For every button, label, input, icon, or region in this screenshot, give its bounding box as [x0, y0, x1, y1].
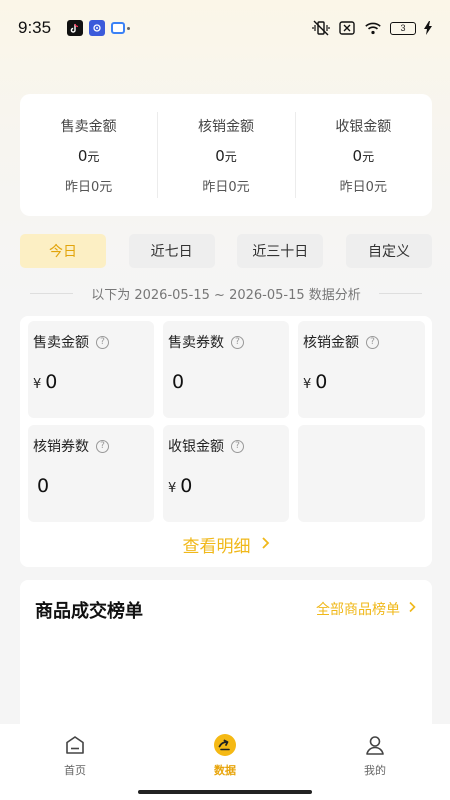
summary-label: 收银金额	[335, 118, 392, 135]
metric-value: 0	[37, 475, 50, 497]
nav-profile[interactable]: 我的	[337, 724, 413, 800]
status-bar: 9:35 3	[0, 0, 450, 56]
camera-icon	[111, 22, 131, 34]
no-sim-icon	[338, 20, 356, 36]
summary-cashier: 收银金额 0元 昨日0元	[294, 94, 432, 216]
chevron-right-icon	[408, 601, 416, 617]
metric-value: ¥0	[168, 475, 193, 497]
nav-data[interactable]: 数据	[187, 724, 263, 800]
metrics-panel: 售卖金额? ¥0 售卖券数? 0 核销金额? ¥0 核销券数? 0 收银金额? …	[20, 316, 432, 567]
help-icon[interactable]: ?	[231, 439, 244, 453]
summary-value: 0元	[77, 146, 100, 165]
summary-yesterday: 昨日0元	[202, 179, 250, 195]
status-time: 9:35	[18, 18, 52, 37]
metric-value: 0	[172, 371, 185, 393]
nav-label: 首页	[64, 764, 86, 777]
help-icon[interactable]: ?	[366, 335, 379, 349]
metric-label: 售卖金额	[33, 335, 89, 351]
tab-last-7-days[interactable]: 近七日	[128, 234, 215, 268]
chevron-right-icon	[261, 535, 270, 554]
metric-label: 核销金额	[303, 335, 359, 351]
divider	[30, 292, 74, 294]
divider	[378, 292, 422, 294]
status-right-icons: 3	[312, 20, 432, 36]
metric-grid: 售卖金额? ¥0 售卖券数? 0 核销金额? ¥0 核销券数? 0 收银金额? …	[28, 321, 425, 522]
view-details-label: 查看明细	[182, 537, 251, 557]
metric-label: 收银金额	[168, 439, 224, 455]
summary-label: 售卖金额	[60, 118, 117, 135]
profile-icon	[363, 733, 387, 757]
app-icon	[89, 20, 106, 36]
summary-sales: 售卖金额 0元 昨日0元	[20, 94, 157, 216]
summary-value: 0元	[352, 146, 375, 165]
view-details-link[interactable]: 查看明细	[20, 532, 432, 557]
metric-label: 售卖券数	[168, 335, 224, 351]
charging-icon	[424, 20, 432, 36]
summary-value: 0元	[215, 146, 237, 165]
screen: 9:35 3 售卖金额 0元 昨日0元 核销金额 0元 昨日0元 收银金额 0元…	[0, 0, 450, 800]
battery-icon: 3	[390, 21, 416, 35]
help-icon[interactable]: ?	[96, 439, 109, 453]
notification-icons	[67, 20, 131, 36]
nav-label: 数据	[214, 764, 236, 777]
nav-label: 我的	[364, 764, 386, 777]
all-products-ranking-link[interactable]: 全部商品榜单	[316, 599, 416, 619]
home-icon	[63, 733, 87, 757]
help-icon[interactable]: ?	[231, 335, 244, 349]
bottom-nav: 首页 数据 我的	[0, 724, 450, 800]
nav-home[interactable]: 首页	[37, 724, 113, 800]
metric-empty-cell	[298, 425, 425, 522]
vibrate-off-icon	[312, 20, 330, 36]
metric-redeem-count: 核销券数? 0	[28, 425, 154, 522]
home-indicator[interactable]	[138, 790, 312, 794]
date-range-tabs: 今日 近七日 近三十日 自定义	[20, 234, 432, 268]
metric-cashier-amount: 收银金额? ¥0	[163, 425, 289, 522]
tiktok-icon	[67, 20, 84, 36]
ranking-title: 商品成交榜单	[35, 601, 143, 622]
metric-sales-amount: 售卖金额? ¥0	[28, 321, 154, 418]
summary-yesterday: 昨日0元	[339, 179, 387, 195]
range-text: 以下为 2026-05-15 ~ 2026-05-15 数据分析	[91, 287, 361, 303]
metric-sales-count: 售卖券数? 0	[163, 321, 289, 418]
summary-label: 核销金额	[197, 118, 254, 135]
range-row: 以下为 2026-05-15 ~ 2026-05-15 数据分析	[30, 282, 422, 304]
tab-today[interactable]: 今日	[20, 234, 106, 268]
summary-card: 售卖金额 0元 昨日0元 核销金额 0元 昨日0元 收银金额 0元 昨日0元	[20, 94, 432, 216]
all-products-ranking-label: 全部商品榜单	[316, 602, 400, 618]
summary-redeem: 核销金额 0元 昨日0元	[157, 94, 294, 216]
data-icon	[213, 733, 237, 757]
metric-value: ¥0	[303, 371, 328, 393]
metric-redeem-amount: 核销金额? ¥0	[298, 321, 425, 418]
help-icon[interactable]: ?	[96, 335, 109, 349]
tab-custom[interactable]: 自定义	[345, 234, 432, 268]
metric-label: 核销券数	[33, 439, 89, 455]
tab-last-30-days[interactable]: 近三十日	[237, 234, 324, 268]
wifi-icon	[364, 20, 382, 36]
summary-yesterday: 昨日0元	[65, 179, 113, 195]
metric-value: ¥0	[33, 371, 58, 393]
